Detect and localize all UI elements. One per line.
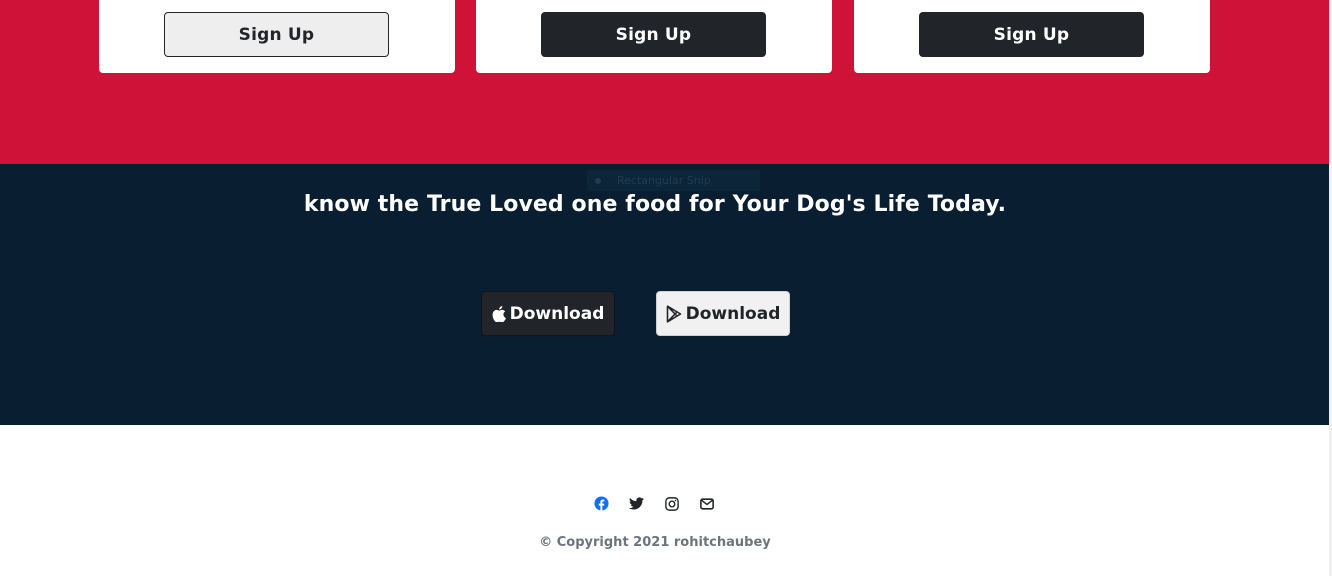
play-download-label: Download [685, 303, 781, 324]
pricing-card-2: Sign Up [476, 0, 832, 73]
copyright-text: © Copyright 2021 rohitchaubey [539, 535, 771, 550]
pricing-section: Sign Up Sign Up Sign Up [0, 0, 1329, 164]
snip-tooltip: Rectangular Snip [587, 170, 760, 191]
facebook-icon[interactable] [594, 496, 609, 511]
play-store-download-button[interactable]: Download [656, 291, 790, 336]
download-section: Rectangular Snip know the True Loved one… [0, 164, 1329, 425]
snip-label: Rectangular Snip [617, 174, 711, 187]
social-links [594, 496, 714, 511]
sign-up-button-1[interactable]: Sign Up [164, 12, 389, 57]
apple-download-button[interactable]: Download [481, 291, 615, 336]
snip-dot-icon [595, 177, 601, 184]
twitter-icon[interactable] [629, 496, 644, 511]
apple-download-label: Download [509, 303, 605, 324]
pricing-card-1: Sign Up [99, 0, 455, 73]
envelope-icon[interactable] [699, 496, 714, 511]
sign-up-button-3[interactable]: Sign Up [919, 12, 1144, 57]
sign-up-button-2[interactable]: Sign Up [541, 12, 766, 57]
google-play-icon [666, 304, 681, 323]
pricing-card-3: Sign Up [854, 0, 1210, 73]
download-heading: know the True Loved one food for Your Do… [303, 192, 1007, 217]
footer: © Copyright 2021 rohitchaubey [0, 425, 1329, 576]
instagram-icon[interactable] [664, 496, 679, 511]
apple-icon [492, 305, 506, 322]
